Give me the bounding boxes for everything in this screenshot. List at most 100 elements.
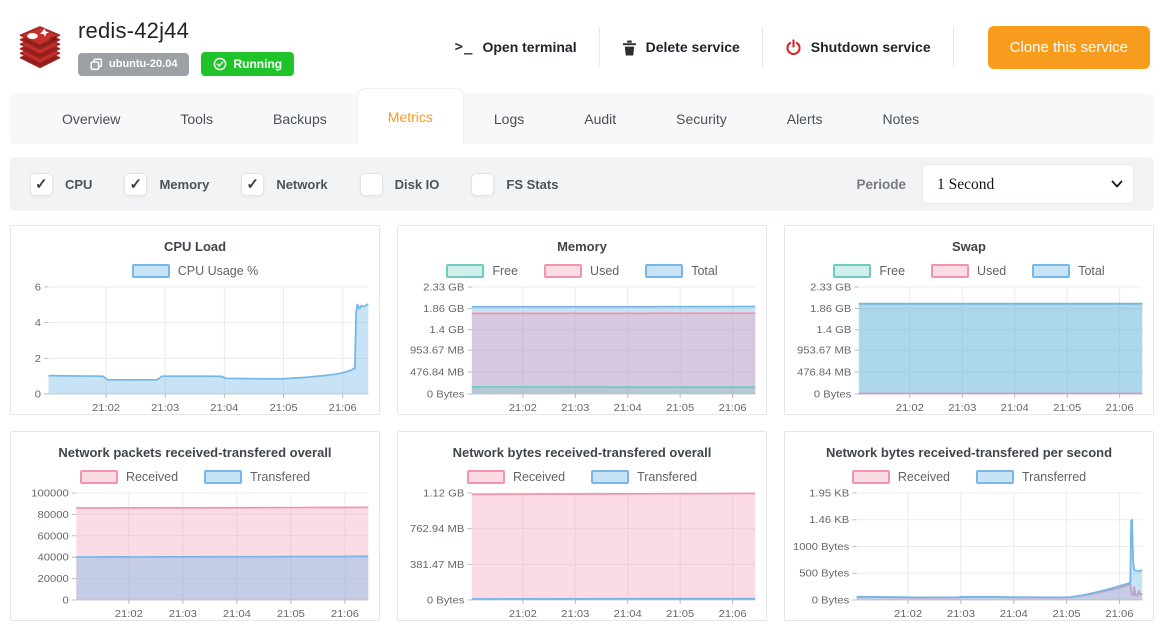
legend-swatch-icon [591, 470, 629, 484]
svg-text:21:02: 21:02 [896, 402, 924, 414]
chart-title: Swap [785, 239, 1153, 254]
svg-text:381.47 MB: 381.47 MB [410, 559, 464, 571]
checkbox-item-fs-stats[interactable]: FS Stats [471, 173, 558, 196]
tab-overview[interactable]: Overview [32, 94, 150, 144]
tab-logs[interactable]: Logs [464, 94, 554, 144]
checkbox-network-label: Network [276, 177, 327, 192]
svg-text:20000: 20000 [38, 573, 69, 585]
service-title-block: redis-42j44 ubuntu-20.04 Running [78, 18, 294, 76]
legend-label: Total [1078, 264, 1104, 278]
series-area-Total [859, 304, 1142, 394]
legend-swatch-icon [852, 470, 890, 484]
series-line-Transfered [76, 556, 368, 557]
svg-text:953.67 MB: 953.67 MB [410, 345, 464, 357]
checkbox-network[interactable] [241, 173, 264, 196]
legend-label: Received [898, 470, 950, 484]
tab-metrics[interactable]: Metrics [357, 88, 464, 144]
open-terminal-button[interactable]: >_ Open terminal [449, 31, 583, 63]
tab-audit[interactable]: Audit [554, 94, 646, 144]
tab-security[interactable]: Security [646, 94, 757, 144]
series-area-Received [472, 493, 755, 600]
svg-text:21:06: 21:06 [329, 402, 357, 414]
delete-service-button[interactable]: Delete service [616, 31, 746, 64]
svg-text:0 Bytes: 0 Bytes [427, 389, 465, 401]
svg-text:1.46 KB: 1.46 KB [809, 515, 849, 527]
series-line-CPU Usage % [48, 304, 368, 380]
chart-plot: 0 Bytes476.84 MB953.67 MB1.4 GB1.86 GB2.… [398, 281, 766, 415]
open-terminal-label: Open terminal [482, 39, 576, 55]
badge-row: ubuntu-20.04 Running [78, 52, 294, 76]
periode-label: Periode [856, 177, 906, 192]
tab-backups[interactable]: Backups [243, 94, 357, 144]
divider [953, 27, 954, 67]
chart-legend: Received Transfered [11, 469, 379, 485]
checkbox-memory[interactable] [124, 173, 147, 196]
checkbox-cpu[interactable] [30, 173, 53, 196]
svg-text:40000: 40000 [38, 552, 69, 564]
power-icon [785, 39, 802, 56]
svg-text:21:04: 21:04 [614, 402, 642, 414]
tab-tools[interactable]: Tools [150, 94, 243, 144]
checkbox-item-memory[interactable]: Memory [124, 173, 209, 196]
checkbox-fs-stats[interactable] [471, 173, 494, 196]
chart-card-cpu-load: CPU Load CPU Usage % 024621:0221:0321:04… [10, 225, 380, 415]
svg-text:21:02: 21:02 [92, 402, 120, 414]
chart-card-memory: Memory FreeUsedTotal 0 Bytes476.84 MB953… [397, 225, 767, 415]
svg-text:476.84 MB: 476.84 MB [410, 367, 464, 379]
chart-legend: FreeUsedTotal [398, 263, 766, 279]
svg-text:21:04: 21:04 [223, 608, 251, 620]
svg-text:60000: 60000 [38, 531, 69, 543]
delete-service-label: Delete service [646, 39, 740, 55]
clone-service-button[interactable]: Clone this service [988, 26, 1150, 69]
chart-legend: ReceivedTransfered [398, 469, 766, 485]
legend-swatch-icon [132, 264, 170, 278]
svg-text:21:06: 21:06 [1105, 608, 1133, 620]
legend-item: Transferred [976, 470, 1086, 484]
shutdown-service-button[interactable]: Shutdown service [779, 31, 937, 64]
legend-item: Received [80, 470, 178, 484]
page-title: redis-42j44 [78, 18, 294, 44]
divider [762, 27, 763, 67]
svg-text:21:05: 21:05 [666, 402, 694, 414]
svg-text:1.4 GB: 1.4 GB [429, 325, 464, 337]
check-circle-icon [213, 57, 227, 71]
svg-text:0 Bytes: 0 Bytes [814, 389, 852, 401]
chart-card-network-packets: Network packets received-transfered over… [10, 431, 380, 621]
tab-alerts[interactable]: Alerts [757, 94, 853, 144]
chart-card-swap: Swap FreeUsedTotal 0 Bytes476.84 MB953.6… [784, 225, 1154, 415]
charts-grid: CPU Load CPU Usage % 024621:0221:0321:04… [0, 211, 1164, 621]
svg-text:21:03: 21:03 [561, 402, 589, 414]
svg-text:0 Bytes: 0 Bytes [812, 595, 850, 607]
svg-text:0 Bytes: 0 Bytes [427, 595, 465, 607]
series-area-Transfered [76, 556, 368, 600]
chart-plot: 0 Bytes381.47 MB762.94 MB1.12 GB21:0221:… [398, 487, 766, 621]
svg-text:21:05: 21:05 [277, 608, 305, 620]
checkbox-item-network[interactable]: Network [241, 173, 327, 196]
svg-text:21:06: 21:06 [719, 402, 747, 414]
legend-item: Free [446, 264, 518, 278]
svg-text:21:03: 21:03 [947, 608, 975, 620]
svg-text:1000 Bytes: 1000 Bytes [793, 541, 850, 553]
svg-text:21:04: 21:04 [210, 402, 238, 414]
series-area-Used [472, 313, 755, 394]
os-badge: ubuntu-20.04 [78, 53, 189, 76]
tab-bar: Overview Tools Backups Metrics Logs Audi… [10, 94, 1154, 144]
svg-text:21:02: 21:02 [115, 608, 143, 620]
tab-notes[interactable]: Notes [853, 94, 950, 144]
terminal-icon: >_ [455, 39, 474, 55]
checkbox-memory-label: Memory [159, 177, 209, 192]
svg-text:21:03: 21:03 [169, 608, 197, 620]
svg-text:21:04: 21:04 [1001, 402, 1029, 414]
svg-text:21:05: 21:05 [666, 608, 694, 620]
svg-text:80000: 80000 [38, 509, 69, 521]
periode-select-wrap: 1 Second [922, 164, 1134, 204]
legend-item: Transfered [204, 470, 310, 484]
legend-item: Received [467, 470, 565, 484]
checkbox-item-cpu[interactable]: CPU [30, 173, 92, 196]
svg-text:762.94 MB: 762.94 MB [410, 523, 464, 535]
chart-card-network-bytes-per-second: Network bytes received-transfered per se… [784, 431, 1154, 621]
series-area-Transferred [857, 520, 1143, 600]
periode-select[interactable]: 1 Second [922, 164, 1134, 204]
checkbox-disk-io[interactable] [360, 173, 383, 196]
checkbox-item-disk-io[interactable]: Disk IO [360, 173, 440, 196]
